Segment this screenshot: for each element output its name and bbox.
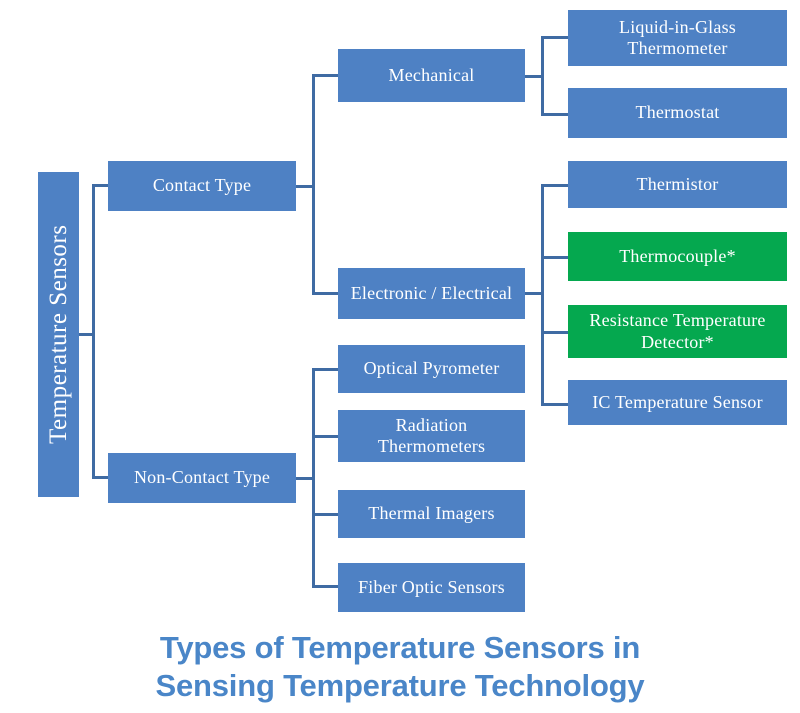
node-label: Non-Contact Type: [133, 467, 271, 488]
node-temperature-sensors[interactable]: Temperature Sensors: [38, 172, 79, 497]
connector-electronic-to-thermocouple: [541, 256, 569, 259]
node-thermal-imagers[interactable]: Thermal Imagers: [338, 490, 525, 538]
node-label: Thermocouple*: [619, 245, 736, 266]
node-label: Radiation Thermometers: [377, 414, 486, 456]
node-non-contact-type[interactable]: Non-Contact Type: [108, 453, 296, 503]
node-label: Liquid-in-Glass Thermometer: [619, 16, 736, 58]
node-mechanical[interactable]: Mechanical: [338, 49, 525, 102]
connector-noncontact-to-thermal: [312, 513, 340, 516]
node-label: Fiber Optic Sensors: [358, 576, 505, 597]
node-label: Temperature Sensors: [44, 224, 72, 445]
diagram-title: Types of Temperature Sensors in Sensing …: [0, 629, 800, 705]
node-label: IC Temperature Sensor: [592, 391, 763, 412]
connector-electronic-to-thermistor: [541, 184, 569, 187]
node-label: Optical Pyrometer: [363, 358, 500, 379]
node-label: Resistance Temperature Detector*: [589, 310, 766, 352]
connector-mechanical-spine: [541, 36, 544, 116]
node-thermostat[interactable]: Thermostat: [568, 88, 787, 138]
node-label: Thermal Imagers: [368, 503, 495, 524]
node-label: Thermistor: [636, 173, 719, 194]
node-fiber-optic-sensors[interactable]: Fiber Optic Sensors: [338, 563, 525, 612]
connector-noncontact-to-radiation: [312, 435, 340, 438]
node-electronic-electrical[interactable]: Electronic / Electrical: [338, 268, 525, 319]
node-ic-temperature-sensor[interactable]: IC Temperature Sensor: [568, 380, 787, 425]
connector-mechanical-to-thermostat: [541, 113, 569, 116]
node-optical-pyrometer[interactable]: Optical Pyrometer: [338, 345, 525, 393]
node-resistance-temperature-detector[interactable]: Resistance Temperature Detector*: [568, 305, 787, 358]
node-label: Mechanical: [388, 64, 475, 85]
connector-contact-to-electronic: [312, 292, 340, 295]
node-label: Thermostat: [635, 102, 720, 123]
node-liquid-in-glass-thermometer[interactable]: Liquid-in-Glass Thermometer: [568, 10, 787, 66]
node-thermocouple[interactable]: Thermocouple*: [568, 232, 787, 281]
node-label: Contact Type: [152, 175, 252, 196]
connector-contact-to-mechanical: [312, 74, 340, 77]
title-line-2: Sensing Temperature Technology: [155, 667, 645, 703]
node-thermistor[interactable]: Thermistor: [568, 161, 787, 208]
connector-contact-spine: [312, 74, 315, 295]
diagram-canvas: Temperature Sensors Contact Type Non-Con…: [0, 0, 800, 713]
connector-electronic-to-rtd: [541, 331, 569, 334]
connector-electronic-to-ic: [541, 403, 569, 406]
connector-electronic-spine: [541, 184, 544, 403]
connector-mechanical-to-liquid: [541, 36, 569, 39]
connector-noncontact-to-fiber: [312, 585, 340, 588]
node-contact-type[interactable]: Contact Type: [108, 161, 296, 211]
connector-noncontact-spine: [312, 368, 315, 588]
connector-noncontact-to-optical: [312, 368, 340, 371]
node-label: Electronic / Electrical: [350, 282, 513, 303]
node-radiation-thermometers[interactable]: Radiation Thermometers: [338, 410, 525, 462]
title-line-1: Types of Temperature Sensors in: [159, 629, 641, 665]
connector-root-spine: [92, 184, 95, 479]
